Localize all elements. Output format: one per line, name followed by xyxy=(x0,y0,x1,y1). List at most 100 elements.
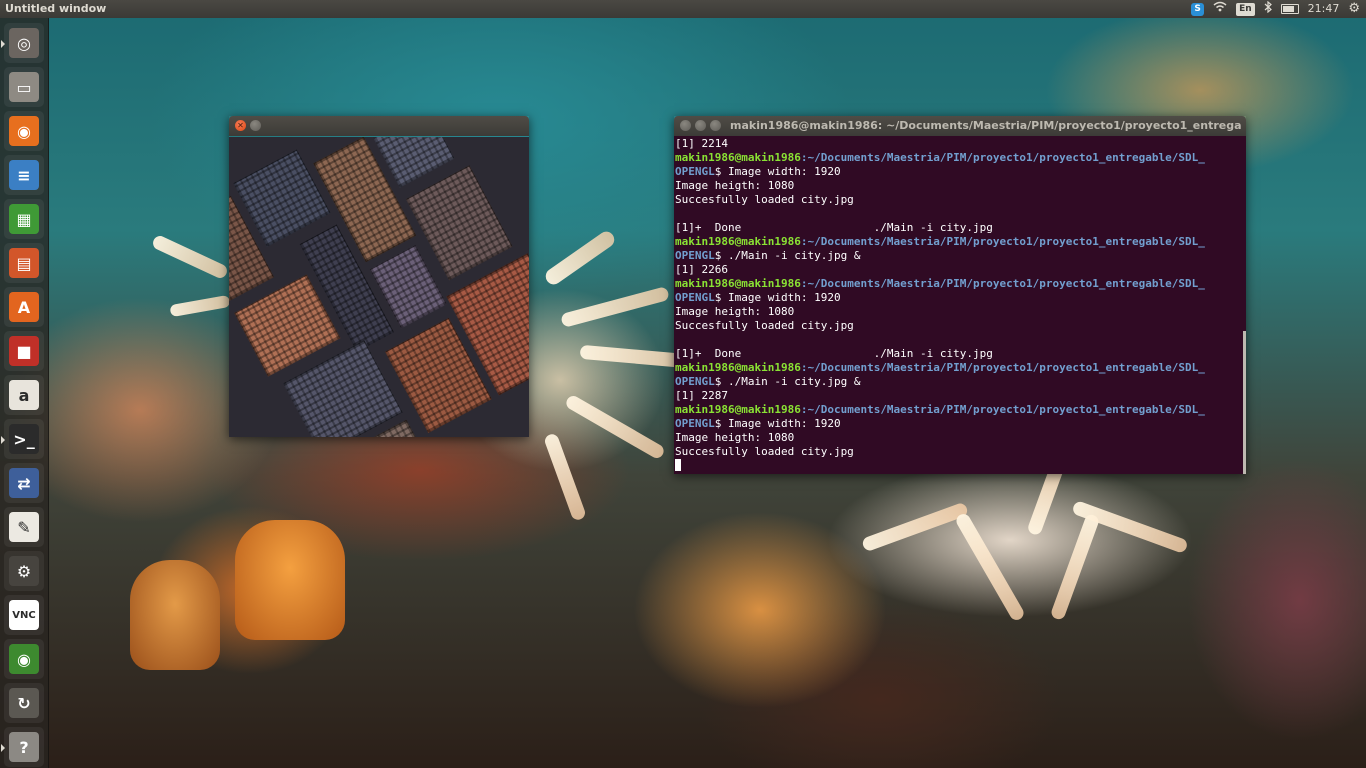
running-indicator xyxy=(1,40,5,48)
terminal-line: [1] 2214 xyxy=(675,137,728,150)
image-viewer-window[interactable]: ✕ xyxy=(229,116,529,437)
terminal-line: makin1986@makin1986:~/Documents/Maestria… xyxy=(675,235,1243,249)
prompt-user: makin1986@makin1986 xyxy=(675,403,801,416)
terminal-line: OPENGL$ ./Main -i city.jpg & xyxy=(675,249,1243,263)
wallpaper-detail xyxy=(860,501,970,553)
prompt-path: :~/Documents/Maestria/PIM/proyecto1/proy… xyxy=(800,277,1205,290)
launcher-item-libreoffice-calc[interactable]: ▦ xyxy=(4,199,44,239)
close-icon[interactable]: ✕ xyxy=(235,120,246,131)
terminal-line: [1]+ Done ./Main -i city.jpg xyxy=(675,221,993,234)
terminal-output[interactable]: [1] 2214 makin1986@makin1986:~/Documents/… xyxy=(674,136,1243,474)
system-tray: S En 21:47 ⚙ xyxy=(1191,0,1360,18)
terminal-line: makin1986@makin1986:~/Documents/Maestria… xyxy=(675,403,1243,417)
clock[interactable]: 21:47 xyxy=(1308,1,1340,17)
prompt-user: makin1986@makin1986 xyxy=(675,361,801,374)
chrome-icon: ◉ xyxy=(9,644,39,674)
libreoffice-writer-icon: ≡ xyxy=(9,160,39,190)
top-panel: Untitled window S En 21:47 ⚙ xyxy=(0,0,1366,18)
launcher-item-firefox[interactable]: ◉ xyxy=(4,111,44,151)
terminal-titlebar[interactable]: makin1986@makin1986: ~/Documents/Maestri… xyxy=(674,116,1246,136)
software-updater-icon: ↻ xyxy=(9,688,39,718)
terminal-line: OPENGL$ Image width: 1920 xyxy=(675,417,1243,431)
wallpaper-detail xyxy=(1049,512,1101,622)
active-window-title: Untitled window xyxy=(5,2,107,15)
launcher-item-libreoffice-writer[interactable]: ≡ xyxy=(4,155,44,195)
skype-icon[interactable]: S xyxy=(1191,2,1205,16)
system-settings-icon: ⚙ xyxy=(9,556,39,586)
terminal-line: Succesfully loaded city.jpg xyxy=(675,193,854,206)
prompt-path: OPENGL xyxy=(675,417,715,430)
remote-desktop-icon: ⇄ xyxy=(9,468,39,498)
minimize-icon[interactable] xyxy=(695,120,706,131)
city-image xyxy=(229,137,529,437)
prompt-path: OPENGL xyxy=(675,165,715,178)
launcher-item-ubuntu-software-center[interactable]: A xyxy=(4,287,44,327)
terminal-window[interactable]: makin1986@makin1986: ~/Documents/Maestri… xyxy=(674,116,1246,474)
wallpaper-detail xyxy=(543,432,587,522)
libreoffice-calc-icon: ▦ xyxy=(9,204,39,234)
battery-icon[interactable] xyxy=(1280,4,1299,14)
wallpaper-detail xyxy=(235,520,345,640)
maximize-icon[interactable] xyxy=(710,120,721,131)
prompt-path: :~/Documents/Maestria/PIM/proyecto1/proy… xyxy=(800,151,1205,164)
terminal-line: makin1986@makin1986:~/Documents/Maestria… xyxy=(675,151,1243,165)
launcher-item-unknown-app[interactable]: ? xyxy=(1,727,44,767)
prompt-path: :~/Documents/Maestria/PIM/proyecto1/proy… xyxy=(800,403,1205,416)
terminal-line: [1] 2287 xyxy=(675,389,728,402)
close-icon[interactable] xyxy=(680,120,691,131)
terminal-line: OPENGL$ Image width: 1920 xyxy=(675,165,1243,179)
launcher-item-terminal[interactable]: >_ xyxy=(1,419,44,459)
wallpaper-detail xyxy=(560,286,670,328)
running-indicator xyxy=(1,436,5,444)
terminal-line: Image heigth: 1080 xyxy=(675,179,795,192)
launcher-item-libreoffice-impress[interactable]: ▤ xyxy=(4,243,44,283)
command-text: $ ./Main -i city.jpg & xyxy=(714,249,861,262)
dash-home-icon: ◎ xyxy=(9,28,39,58)
prompt-path: OPENGL xyxy=(675,375,715,388)
prompt-user: makin1986@makin1986 xyxy=(675,277,801,290)
gear-icon[interactable]: ⚙ xyxy=(1348,1,1360,17)
command-text: $ Image width: 1920 xyxy=(714,165,841,178)
wallpaper-detail xyxy=(169,294,231,318)
launcher-item-amazon[interactable]: a xyxy=(4,375,44,415)
minimize-icon[interactable] xyxy=(250,120,261,131)
prompt-path: OPENGL xyxy=(675,291,715,304)
launcher-item-vnc-viewer[interactable]: VNC xyxy=(4,595,44,635)
prompt-path: :~/Documents/Maestria/PIM/proyecto1/proy… xyxy=(800,235,1205,248)
unknown-app-icon: ? xyxy=(9,732,39,762)
command-text: $ Image width: 1920 xyxy=(714,417,841,430)
launcher-item-software-updater[interactable]: ↻ xyxy=(4,683,44,723)
launcher-item-system-settings[interactable]: ⚙ xyxy=(4,551,44,591)
terminal-line: Image heigth: 1080 xyxy=(675,305,795,318)
launcher-item-remote-desktop[interactable]: ⇄ xyxy=(4,463,44,503)
bluetooth-icon[interactable] xyxy=(1264,0,1272,18)
launcher-item-dash-home[interactable]: ◎ xyxy=(1,23,44,63)
vnc-viewer-icon: VNC xyxy=(9,600,39,630)
image-window-titlebar[interactable]: ✕ xyxy=(229,116,529,136)
wallpaper-detail xyxy=(953,511,1027,623)
command-text: $ ./Main -i city.jpg & xyxy=(714,375,861,388)
prompt-path: :~/Documents/Maestria/PIM/proyecto1/proy… xyxy=(800,361,1205,374)
prompt-user: makin1986@makin1986 xyxy=(675,235,801,248)
prompt-path: OPENGL xyxy=(675,249,715,262)
terminal-line xyxy=(675,459,1243,473)
terminal-line: [1]+ Done ./Main -i city.jpg xyxy=(675,347,993,360)
keyboard-language-indicator[interactable]: En xyxy=(1236,2,1255,16)
terminal-line: Succesfully loaded city.jpg xyxy=(675,319,854,332)
text-editor-icon: ✎ xyxy=(9,512,39,542)
firefox-icon: ◉ xyxy=(9,116,39,146)
terminal-line: OPENGL$ ./Main -i city.jpg & xyxy=(675,375,1243,389)
terminal-scrollbar-thumb[interactable] xyxy=(1243,331,1246,474)
launcher-item-chrome[interactable]: ◉ xyxy=(4,639,44,679)
text-cursor xyxy=(675,459,681,471)
colorful-app-icon: ■ xyxy=(9,336,39,366)
launcher-item-files[interactable]: ▭ xyxy=(4,67,44,107)
terminal-scrollbar[interactable] xyxy=(1243,136,1246,474)
wifi-icon[interactable] xyxy=(1213,1,1227,17)
launcher: ◎ ▭ ◉ ≡ ▦ ▤ A ■ a >_ ⇄ ✎ ⚙ VNC ◉ ↻? xyxy=(0,18,49,768)
launcher-item-text-editor[interactable]: ✎ xyxy=(4,507,44,547)
launcher-item-colorful-app[interactable]: ■ xyxy=(4,331,44,371)
terminal-line: makin1986@makin1986:~/Documents/Maestria… xyxy=(675,277,1243,291)
